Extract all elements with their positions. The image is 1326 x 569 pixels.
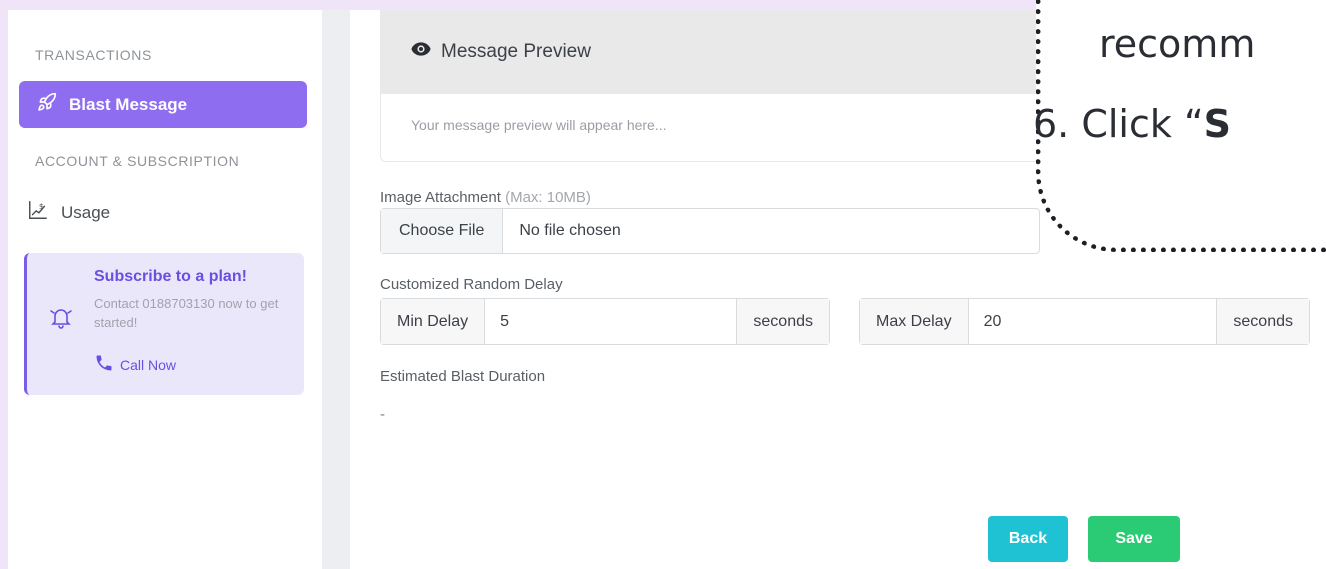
file-status-text: No file chosen (519, 222, 621, 239)
section-label-transactions: TRANSACTIONS (35, 47, 152, 63)
min-delay-label: Min Delay (381, 299, 486, 344)
max-delay-input-group: Max Delay 20 seconds (859, 298, 1310, 345)
callout-text-line-2: 6. Click “S (1033, 102, 1231, 146)
sidebar-item-usage[interactable]: $ Usage (27, 199, 110, 226)
message-preview-title: Message Preview (441, 41, 591, 62)
min-delay-unit: seconds (736, 299, 829, 344)
image-attachment-label: Image Attachment (Max: 10MB) (380, 189, 591, 206)
message-preview-placeholder: Your message preview will appear here... (411, 117, 667, 133)
call-now-link[interactable]: Call Now (94, 353, 176, 376)
estimated-duration-label: Estimated Blast Duration (380, 368, 546, 385)
sidebar-item-label: Blast Message (69, 94, 188, 114)
subscribe-promo-card: Subscribe to a plan! Contact 0188703130 … (24, 253, 304, 395)
promo-title: Subscribe to a plan! (94, 268, 247, 285)
promo-text: Contact 0188703130 now to get started! (94, 296, 279, 330)
phone-icon (94, 353, 114, 376)
choose-file-button[interactable]: Choose File (381, 209, 504, 253)
eye-icon (411, 41, 431, 63)
rocket-icon (37, 92, 57, 117)
save-button[interactable]: Save (1088, 516, 1180, 562)
sidebar-item-label: Usage (61, 202, 111, 222)
callout-text-line-1: recomm (1099, 22, 1256, 66)
min-delay-input[interactable]: 5 (485, 299, 736, 344)
message-preview-header: Message Preview (381, 10, 1039, 94)
sidebar: TRANSACTIONS Blast Message ACCOUNT & SUB… (8, 10, 322, 569)
image-attachment-input[interactable]: Choose File No file chosen (380, 208, 1040, 254)
usage-chart-icon: $ (27, 199, 49, 226)
random-delay-label: Customized Random Delay (380, 276, 563, 293)
max-delay-unit: seconds (1216, 299, 1309, 344)
bell-icon (49, 305, 73, 336)
svg-text:$: $ (39, 201, 44, 211)
sidebar-item-blast-message[interactable]: Blast Message (19, 81, 307, 128)
section-label-account: ACCOUNT & SUBSCRIPTION (35, 153, 240, 169)
content-gutter (322, 10, 350, 569)
image-attachment-label-text: Image Attachment (380, 189, 501, 206)
back-button[interactable]: Back (988, 516, 1068, 562)
max-delay-input[interactable]: 20 (969, 299, 1217, 344)
call-now-label: Call Now (120, 356, 177, 373)
estimated-duration-value: - (380, 406, 385, 423)
min-delay-input-group: Min Delay 5 seconds (380, 298, 830, 345)
instruction-callout: recomm 6. Click “S (1033, 0, 1326, 252)
max-delay-label: Max Delay (860, 299, 969, 344)
callout-step-text: 6. Click “ (1033, 102, 1204, 146)
message-preview-card: Message Preview Your message preview wil… (380, 10, 1040, 162)
callout-step-bold: S (1203, 102, 1232, 146)
image-attachment-hint: (Max: 10MB) (505, 189, 591, 206)
